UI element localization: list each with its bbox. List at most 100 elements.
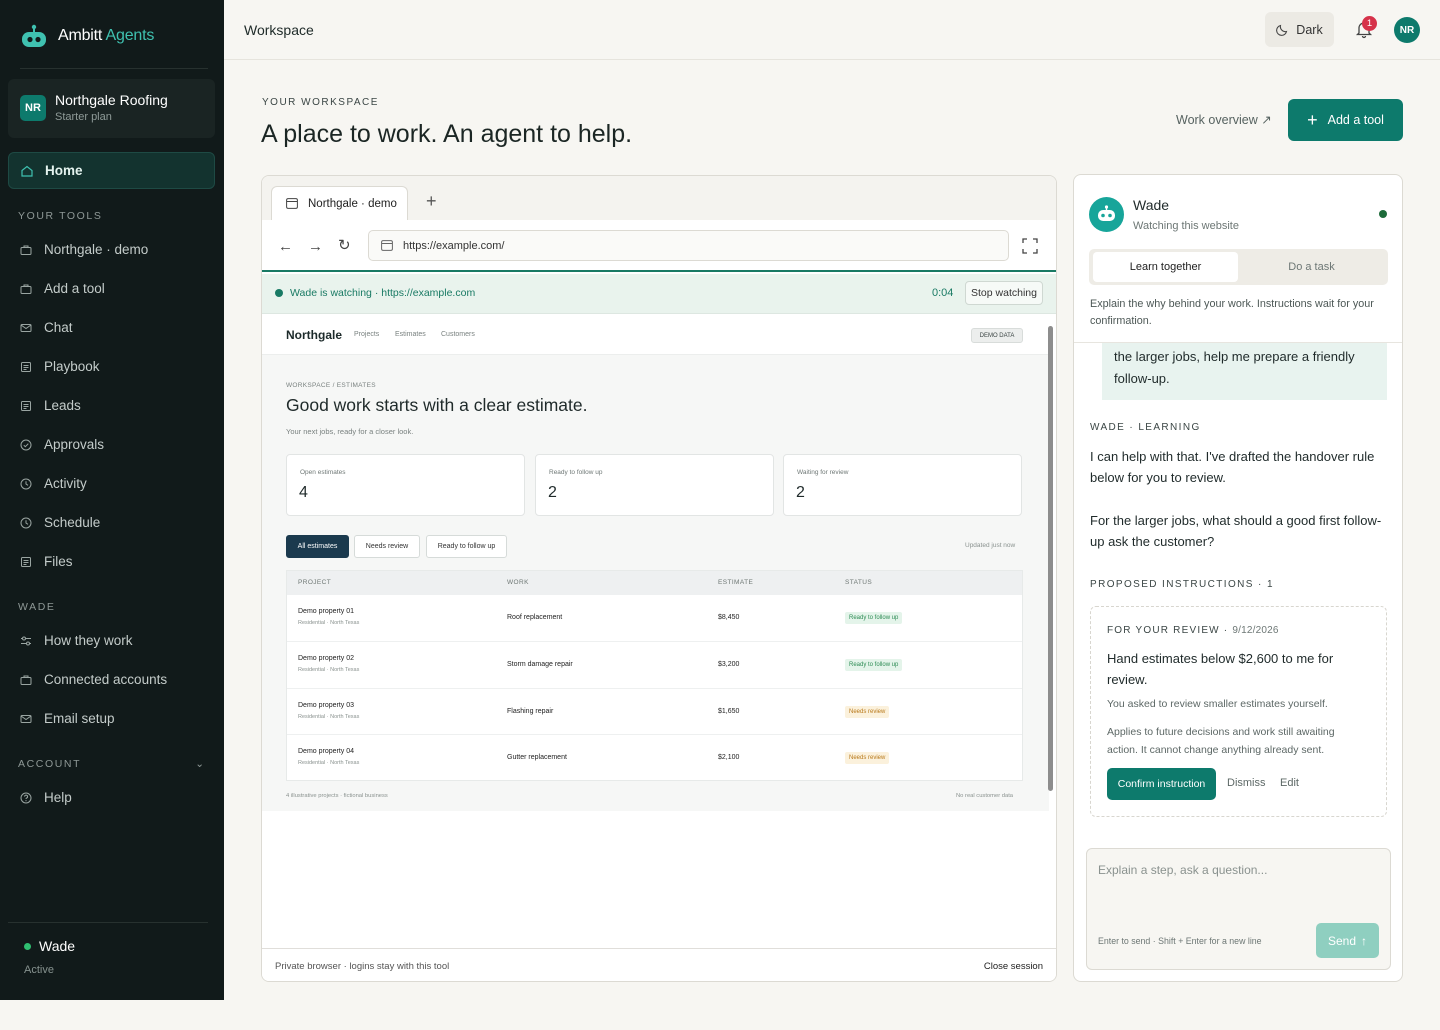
composer-hint: Enter to send · Shift + Enter for a new … [1098,936,1262,946]
cell-work: Roof replacement [507,614,563,621]
nav-chat[interactable]: Chat [8,309,215,346]
close-session-button[interactable]: Close session [984,961,1043,972]
chevron-down-icon: ⌄ [195,758,204,770]
edit-button[interactable]: Edit [1280,777,1299,789]
cell-project-sub: Residential · North Texas [298,714,360,720]
home-icon [21,165,33,177]
browser-tab-label: Northgale · demo [308,197,397,210]
arrow-up-icon: ↑ [1361,933,1368,948]
table-row[interactable]: Demo property 01 Residential · North Texa… [287,595,1022,641]
site-subhead: Your next jobs, ready for a closer look. [286,427,414,436]
filter-needs-review[interactable]: Needs review [354,535,420,558]
nav-playbook[interactable]: Playbook [8,348,215,385]
back-icon[interactable]: ← [278,238,293,255]
site-link-customers[interactable]: Customers [441,331,475,338]
clock-icon [20,478,32,489]
url-text: https://example.com/ [403,239,505,252]
forward-icon[interactable]: → [308,238,323,255]
theme-toggle-button[interactable]: Dark [1265,12,1334,47]
dismiss-button[interactable]: Dismiss [1227,777,1266,789]
filter-ready-follow-up[interactable]: Ready to follow up [426,535,507,558]
nav-approvals[interactable]: Approvals [8,426,215,463]
reload-icon[interactable]: ↻ [338,236,351,254]
send-label: Send [1327,933,1357,948]
check-circle-icon [20,439,32,450]
tab-learn-together[interactable]: Learn together [1093,252,1238,282]
sidebar: Ambitt Agents NR Northgale Roofing Start… [0,0,224,1000]
site-link-projects[interactable]: Projects [354,331,379,338]
nav-label: Schedule [44,515,101,530]
brand-name-a: Ambitt [58,27,103,44]
send-button[interactable]: Send ↑ [1316,923,1379,958]
watching-dot [275,289,283,297]
add-tool-button[interactable]: + Add a tool [1288,99,1403,141]
nav-label: Playbook [44,359,100,374]
cell-work: Flashing repair [507,708,554,715]
scrollbar-thumb[interactable] [1048,326,1053,791]
embedded-browser: Northgale · demo + ← → ↻ https://example… [261,175,1057,982]
agent-message: For the larger jobs, what should a good … [1090,513,1382,549]
fullscreen-icon[interactable] [1022,238,1038,254]
tab-strip: Northgale · demo + [262,176,1056,220]
new-tab-icon[interactable]: + [426,191,437,212]
nav-leads[interactable]: Leads [8,387,215,424]
status-badge: Ready to follow up [845,612,903,624]
nav-connected-accounts[interactable]: Connected accounts [8,661,215,698]
column-header: STATUS [845,579,873,586]
site-link-estimates[interactable]: Estimates [395,331,426,338]
browser-tab[interactable]: Northgale · demo [271,186,408,220]
url-bar[interactable]: https://example.com/ [368,230,1009,261]
confirm-instruction-button[interactable]: Confirm instruction [1107,768,1216,800]
cell-project: Demo property 03 [298,702,355,709]
agent-message: I can help with that. I've drafted the h… [1090,449,1375,485]
nav-how-they-work[interactable]: How they work [8,622,215,659]
section-your-tools: YOUR TOOLS [18,210,103,222]
review-label-text: FOR YOUR REVIEW · [1107,625,1229,636]
mail-icon [20,323,32,332]
org-switcher[interactable]: NR Northgale Roofing Starter plan [8,79,215,138]
cell-project: Demo property 02 [298,655,355,662]
nav-add-tool[interactable]: Add a tool [8,270,215,307]
briefcase-icon [20,284,32,294]
estimates-table: PROJECT WORK ESTIMATE STATUS Demo proper… [286,570,1023,781]
nav-files[interactable]: Files [8,543,215,580]
nav-home[interactable]: Home [8,152,215,189]
review-date: 9/12/2026 [1232,625,1279,636]
nav-label: Approvals [44,437,105,452]
composer-placeholder[interactable]: Explain a step, ask a question... [1098,863,1267,877]
nav-tool-northgale[interactable]: Northgale · demo [8,231,215,268]
nav-help[interactable]: Help [8,779,215,816]
kpi-label: Waiting for review [797,469,849,476]
message-composer[interactable]: Explain a step, ask a question... Enter … [1086,848,1391,970]
agent-status-text: Active [24,964,54,976]
plus-icon: + [1307,110,1318,130]
mail-icon [20,714,32,723]
instruction-scope: Applies to future decisions and work sti… [1107,726,1335,756]
nav-label: Help [44,790,72,805]
kpi-value: 2 [548,484,557,501]
nav-activity[interactable]: Activity [8,465,215,502]
user-avatar[interactable]: NR [1394,17,1420,43]
nav-schedule[interactable]: Schedule [8,504,215,541]
table-row[interactable]: Demo property 04 Residential · North Texa… [287,734,1022,780]
window-icon [381,240,393,251]
cell-estimate: $8,450 [718,614,740,621]
brand[interactable]: Ambitt Agents [20,24,154,48]
agent-status[interactable]: Wade Active [24,938,75,976]
notification-badge: 1 [1362,16,1377,31]
briefcase-icon [20,245,32,255]
agent-name: Wade [39,938,76,954]
nav-label: Chat [44,320,73,335]
nav-email-setup[interactable]: Email setup [8,700,215,737]
table-row[interactable]: Demo property 02 Residential · North Texa… [287,641,1022,687]
scrollbar[interactable] [1048,317,1054,809]
work-overview-link[interactable]: Work overview ↗ [1176,112,1272,127]
column-header: ESTIMATE [718,579,754,586]
nav-label: Leads [44,398,81,413]
site-logo[interactable]: Northgale [286,328,342,342]
section-account[interactable]: ACCOUNT ⌄ [18,758,208,770]
stop-watching-button[interactable]: Stop watching [965,281,1043,305]
filter-all-estimates[interactable]: All estimates [286,535,349,558]
table-row[interactable]: Demo property 03 Residential · North Texa… [287,688,1022,734]
tab-do-a-task[interactable]: Do a task [1239,252,1384,282]
